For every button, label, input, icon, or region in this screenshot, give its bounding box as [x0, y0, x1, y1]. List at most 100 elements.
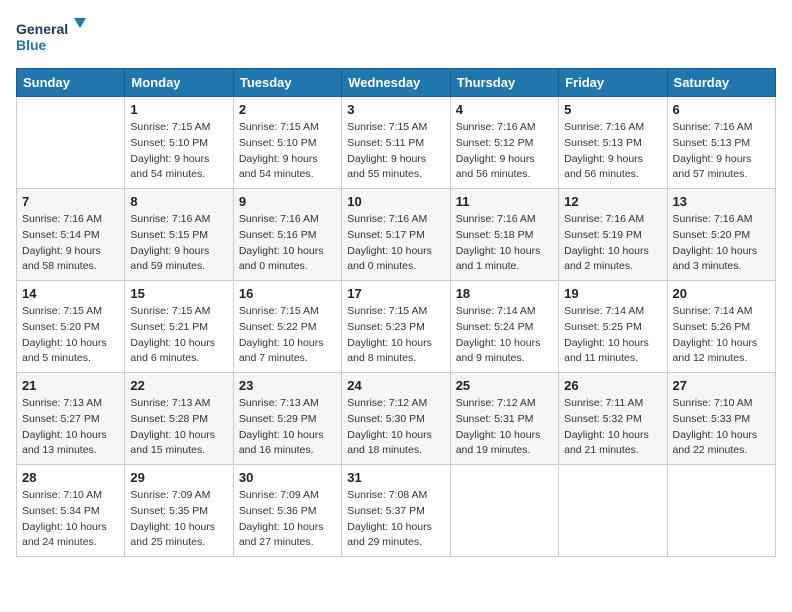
col-header-thursday: Thursday	[450, 69, 558, 97]
day-number: 18	[456, 286, 553, 301]
day-info: Sunrise: 7:12 AMSunset: 5:30 PMDaylight:…	[347, 396, 444, 459]
day-info: Sunrise: 7:16 AMSunset: 5:17 PMDaylight:…	[347, 212, 444, 275]
day-info: Sunrise: 7:16 AMSunset: 5:15 PMDaylight:…	[130, 212, 227, 275]
col-header-wednesday: Wednesday	[342, 69, 450, 97]
day-cell: 27 Sunrise: 7:10 AMSunset: 5:33 PMDaylig…	[667, 373, 775, 465]
day-cell	[450, 465, 558, 557]
day-info: Sunrise: 7:08 AMSunset: 5:37 PMDaylight:…	[347, 488, 444, 551]
day-cell: 26 Sunrise: 7:11 AMSunset: 5:32 PMDaylig…	[559, 373, 667, 465]
day-cell: 1 Sunrise: 7:15 AMSunset: 5:10 PMDayligh…	[125, 97, 233, 189]
day-info: Sunrise: 7:15 AMSunset: 5:10 PMDaylight:…	[239, 120, 336, 183]
day-info: Sunrise: 7:09 AMSunset: 5:35 PMDaylight:…	[130, 488, 227, 551]
day-number: 30	[239, 470, 336, 485]
day-info: Sunrise: 7:09 AMSunset: 5:36 PMDaylight:…	[239, 488, 336, 551]
day-cell: 8 Sunrise: 7:16 AMSunset: 5:15 PMDayligh…	[125, 189, 233, 281]
day-info: Sunrise: 7:15 AMSunset: 5:21 PMDaylight:…	[130, 304, 227, 367]
day-number: 1	[130, 102, 227, 117]
logo: General Blue	[16, 16, 96, 56]
day-cell: 31 Sunrise: 7:08 AMSunset: 5:37 PMDaylig…	[342, 465, 450, 557]
day-number: 8	[130, 194, 227, 209]
day-cell: 12 Sunrise: 7:16 AMSunset: 5:19 PMDaylig…	[559, 189, 667, 281]
day-cell: 21 Sunrise: 7:13 AMSunset: 5:27 PMDaylig…	[17, 373, 125, 465]
day-info: Sunrise: 7:13 AMSunset: 5:27 PMDaylight:…	[22, 396, 119, 459]
day-info: Sunrise: 7:15 AMSunset: 5:23 PMDaylight:…	[347, 304, 444, 367]
col-header-saturday: Saturday	[667, 69, 775, 97]
day-cell: 25 Sunrise: 7:12 AMSunset: 5:31 PMDaylig…	[450, 373, 558, 465]
day-info: Sunrise: 7:16 AMSunset: 5:14 PMDaylight:…	[22, 212, 119, 275]
day-info: Sunrise: 7:16 AMSunset: 5:18 PMDaylight:…	[456, 212, 553, 275]
day-info: Sunrise: 7:13 AMSunset: 5:28 PMDaylight:…	[130, 396, 227, 459]
day-number: 25	[456, 378, 553, 393]
day-cell: 4 Sunrise: 7:16 AMSunset: 5:12 PMDayligh…	[450, 97, 558, 189]
day-cell: 22 Sunrise: 7:13 AMSunset: 5:28 PMDaylig…	[125, 373, 233, 465]
day-number: 5	[564, 102, 661, 117]
logo-svg: General Blue	[16, 16, 96, 56]
day-number: 16	[239, 286, 336, 301]
day-info: Sunrise: 7:16 AMSunset: 5:13 PMDaylight:…	[564, 120, 661, 183]
day-info: Sunrise: 7:15 AMSunset: 5:11 PMDaylight:…	[347, 120, 444, 183]
day-number: 22	[130, 378, 227, 393]
day-cell: 5 Sunrise: 7:16 AMSunset: 5:13 PMDayligh…	[559, 97, 667, 189]
week-row-3: 14 Sunrise: 7:15 AMSunset: 5:20 PMDaylig…	[17, 281, 776, 373]
col-header-friday: Friday	[559, 69, 667, 97]
day-info: Sunrise: 7:14 AMSunset: 5:25 PMDaylight:…	[564, 304, 661, 367]
day-number: 9	[239, 194, 336, 209]
day-cell: 13 Sunrise: 7:16 AMSunset: 5:20 PMDaylig…	[667, 189, 775, 281]
day-number: 31	[347, 470, 444, 485]
day-cell	[17, 97, 125, 189]
day-info: Sunrise: 7:13 AMSunset: 5:29 PMDaylight:…	[239, 396, 336, 459]
day-cell: 16 Sunrise: 7:15 AMSunset: 5:22 PMDaylig…	[233, 281, 341, 373]
day-number: 27	[673, 378, 770, 393]
col-header-tuesday: Tuesday	[233, 69, 341, 97]
day-number: 13	[673, 194, 770, 209]
week-row-4: 21 Sunrise: 7:13 AMSunset: 5:27 PMDaylig…	[17, 373, 776, 465]
page-header: General Blue	[16, 16, 776, 56]
day-number: 26	[564, 378, 661, 393]
day-cell: 6 Sunrise: 7:16 AMSunset: 5:13 PMDayligh…	[667, 97, 775, 189]
day-cell: 2 Sunrise: 7:15 AMSunset: 5:10 PMDayligh…	[233, 97, 341, 189]
day-info: Sunrise: 7:16 AMSunset: 5:20 PMDaylight:…	[673, 212, 770, 275]
day-info: Sunrise: 7:16 AMSunset: 5:16 PMDaylight:…	[239, 212, 336, 275]
day-cell	[559, 465, 667, 557]
day-cell: 15 Sunrise: 7:15 AMSunset: 5:21 PMDaylig…	[125, 281, 233, 373]
col-header-sunday: Sunday	[17, 69, 125, 97]
day-cell: 3 Sunrise: 7:15 AMSunset: 5:11 PMDayligh…	[342, 97, 450, 189]
day-number: 24	[347, 378, 444, 393]
day-number: 4	[456, 102, 553, 117]
day-info: Sunrise: 7:12 AMSunset: 5:31 PMDaylight:…	[456, 396, 553, 459]
day-cell: 7 Sunrise: 7:16 AMSunset: 5:14 PMDayligh…	[17, 189, 125, 281]
day-info: Sunrise: 7:15 AMSunset: 5:10 PMDaylight:…	[130, 120, 227, 183]
day-number: 15	[130, 286, 227, 301]
day-number: 11	[456, 194, 553, 209]
header-row: SundayMondayTuesdayWednesdayThursdayFrid…	[17, 69, 776, 97]
day-cell: 23 Sunrise: 7:13 AMSunset: 5:29 PMDaylig…	[233, 373, 341, 465]
day-number: 7	[22, 194, 119, 209]
day-cell: 30 Sunrise: 7:09 AMSunset: 5:36 PMDaylig…	[233, 465, 341, 557]
day-info: Sunrise: 7:14 AMSunset: 5:24 PMDaylight:…	[456, 304, 553, 367]
day-info: Sunrise: 7:10 AMSunset: 5:33 PMDaylight:…	[673, 396, 770, 459]
day-cell: 24 Sunrise: 7:12 AMSunset: 5:30 PMDaylig…	[342, 373, 450, 465]
day-cell: 14 Sunrise: 7:15 AMSunset: 5:20 PMDaylig…	[17, 281, 125, 373]
day-info: Sunrise: 7:11 AMSunset: 5:32 PMDaylight:…	[564, 396, 661, 459]
day-info: Sunrise: 7:14 AMSunset: 5:26 PMDaylight:…	[673, 304, 770, 367]
day-number: 14	[22, 286, 119, 301]
week-row-1: 1 Sunrise: 7:15 AMSunset: 5:10 PMDayligh…	[17, 97, 776, 189]
day-cell: 17 Sunrise: 7:15 AMSunset: 5:23 PMDaylig…	[342, 281, 450, 373]
day-cell	[667, 465, 775, 557]
day-cell: 20 Sunrise: 7:14 AMSunset: 5:26 PMDaylig…	[667, 281, 775, 373]
day-number: 17	[347, 286, 444, 301]
week-row-5: 28 Sunrise: 7:10 AMSunset: 5:34 PMDaylig…	[17, 465, 776, 557]
day-number: 2	[239, 102, 336, 117]
day-number: 21	[22, 378, 119, 393]
day-info: Sunrise: 7:10 AMSunset: 5:34 PMDaylight:…	[22, 488, 119, 551]
day-cell: 18 Sunrise: 7:14 AMSunset: 5:24 PMDaylig…	[450, 281, 558, 373]
day-number: 12	[564, 194, 661, 209]
day-info: Sunrise: 7:16 AMSunset: 5:19 PMDaylight:…	[564, 212, 661, 275]
day-info: Sunrise: 7:15 AMSunset: 5:20 PMDaylight:…	[22, 304, 119, 367]
day-cell: 28 Sunrise: 7:10 AMSunset: 5:34 PMDaylig…	[17, 465, 125, 557]
day-number: 19	[564, 286, 661, 301]
svg-text:General: General	[16, 21, 68, 37]
day-info: Sunrise: 7:16 AMSunset: 5:13 PMDaylight:…	[673, 120, 770, 183]
day-cell: 19 Sunrise: 7:14 AMSunset: 5:25 PMDaylig…	[559, 281, 667, 373]
day-cell: 10 Sunrise: 7:16 AMSunset: 5:17 PMDaylig…	[342, 189, 450, 281]
